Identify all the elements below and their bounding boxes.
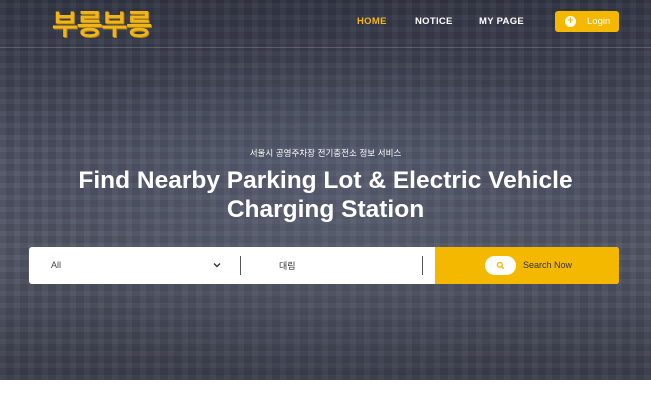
nav-home[interactable]: HOME <box>357 16 387 27</box>
category-value: All <box>51 260 62 270</box>
site-header: 부릉부릉 HOME NOTICE MY PAGE + Login <box>0 0 651 48</box>
nav-my-page[interactable]: MY PAGE <box>479 16 524 27</box>
plus-circle-icon: + <box>565 16 576 27</box>
search-icon-badge <box>485 256 516 275</box>
login-button[interactable]: + Login <box>555 11 619 32</box>
site-logo[interactable]: 부릉부릉 <box>52 8 152 42</box>
nav-notice[interactable]: NOTICE <box>415 16 453 27</box>
search-now-label: Search Now <box>523 260 573 270</box>
keyword-input[interactable] <box>279 247 419 284</box>
login-label: Login <box>587 16 611 27</box>
headline-line-2: Charging Station <box>226 196 425 223</box>
search-icon <box>496 261 504 269</box>
category-select[interactable]: All <box>29 247 240 284</box>
hero-headline: Find Nearby Parking Lot & Electric Vehic… <box>20 166 631 224</box>
hero-subtitle: 서울시 공영주차장 전기충전소 정보 서비스 <box>249 149 402 159</box>
field-divider <box>422 256 423 275</box>
search-bar: All Search Now <box>29 247 619 284</box>
headline-line-1: Find Nearby Parking Lot & Electric Vehic… <box>78 167 573 194</box>
search-now-button[interactable]: Search Now <box>435 247 619 284</box>
field-divider <box>240 256 241 275</box>
chevron-down-icon <box>213 263 221 268</box>
